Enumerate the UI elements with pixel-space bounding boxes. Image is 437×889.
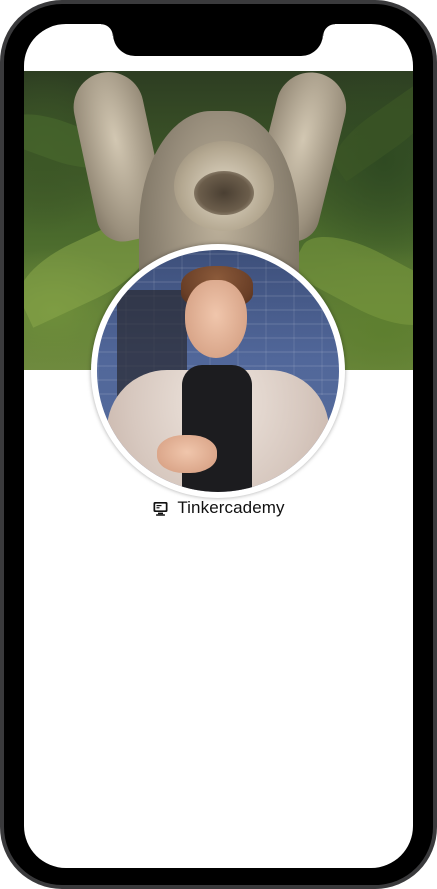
hand	[157, 435, 217, 473]
profile-name-row: Tinkercademy	[24, 496, 413, 520]
device-notch	[101, 24, 335, 56]
profile-avatar[interactable]	[91, 244, 345, 498]
face	[185, 280, 247, 358]
profile-name: Tinkercademy	[177, 498, 285, 517]
sloth-face	[194, 171, 254, 215]
avatar-photo	[97, 250, 339, 492]
computer-icon	[152, 500, 169, 517]
app-screen: Tinkercademy	[24, 24, 413, 868]
shirt	[182, 365, 252, 492]
